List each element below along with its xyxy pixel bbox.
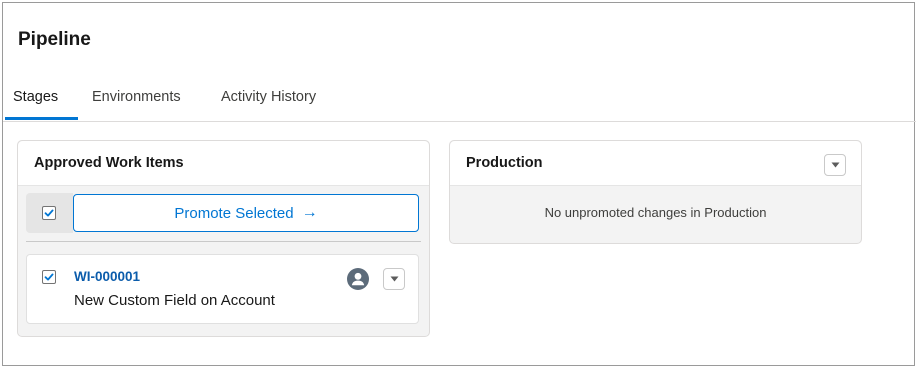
select-all-container: [26, 193, 73, 233]
chevron-down-icon: [390, 276, 398, 282]
tab-environments[interactable]: Environments: [92, 89, 181, 105]
work-item-name: New Custom Field on Account: [74, 292, 275, 309]
card-header: Approved Work Items: [18, 141, 429, 186]
active-tab-indicator: [5, 117, 78, 120]
select-all-checkbox[interactable]: [42, 206, 56, 220]
work-item-card: WI-000001 New Custom Field on Account: [26, 254, 419, 324]
promote-selected-label: Promote Selected: [174, 204, 294, 222]
arrow-right-icon: →: [301, 204, 318, 221]
approved-work-items-card: Approved Work Items Promote Selected → W…: [17, 140, 430, 337]
production-menu-button[interactable]: [824, 154, 846, 176]
checkmark-icon: [44, 209, 54, 217]
promote-selected-button[interactable]: Promote Selected →: [73, 194, 419, 232]
card-title: Production: [466, 155, 543, 171]
work-item-menu-button[interactable]: [383, 268, 405, 290]
pipeline-panel: Pipeline Stages Environments Activity Hi…: [2, 2, 916, 366]
tab-activity-history[interactable]: Activity History: [221, 89, 316, 105]
chevron-down-icon: [831, 162, 839, 168]
work-item-id-link[interactable]: WI-000001: [74, 269, 140, 284]
divider: [26, 241, 421, 242]
page-title: Pipeline: [18, 29, 91, 50]
checkmark-icon: [44, 273, 54, 281]
user-avatar-icon[interactable]: [347, 268, 369, 290]
empty-state-message: No unpromoted changes in Production: [544, 205, 767, 220]
tab-stages[interactable]: Stages: [13, 89, 58, 105]
work-item-checkbox[interactable]: [42, 270, 56, 284]
card-header: Production: [450, 141, 861, 186]
card-title: Approved Work Items: [34, 155, 184, 171]
production-card: Production No unpromoted changes in Prod…: [449, 140, 862, 244]
tab-bar: Stages Environments Activity History: [3, 89, 916, 122]
